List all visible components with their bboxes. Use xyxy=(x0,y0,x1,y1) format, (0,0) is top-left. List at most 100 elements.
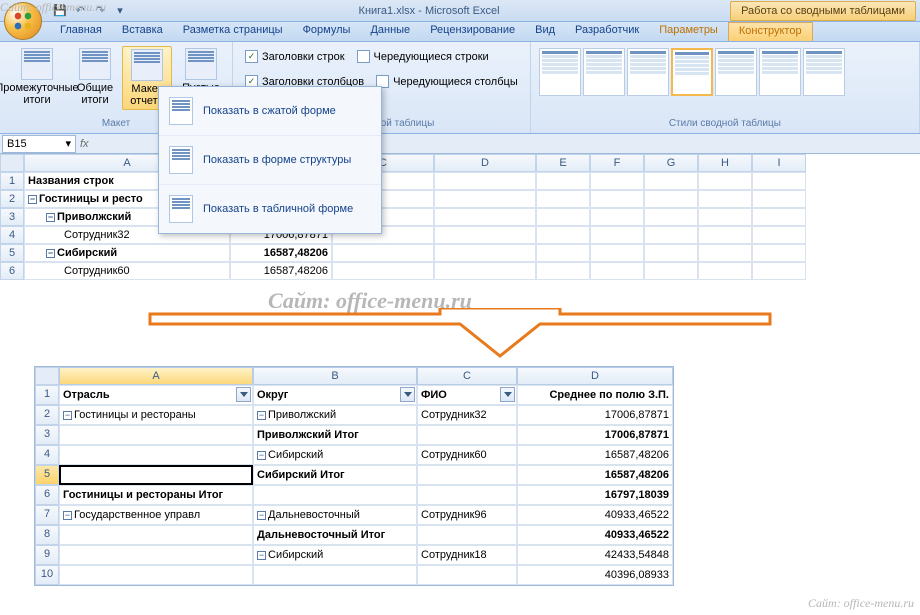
cell[interactable] xyxy=(434,262,536,280)
row-header[interactable]: 1 xyxy=(35,385,59,405)
row-header[interactable]: 4 xyxy=(0,226,24,244)
row-header[interactable]: 9 xyxy=(35,545,59,565)
cell[interactable] xyxy=(644,190,698,208)
cell[interactable] xyxy=(752,226,806,244)
cell[interactable]: 40933,46522 xyxy=(517,525,673,545)
row-header[interactable]: 4 xyxy=(35,445,59,465)
collapse-toggle[interactable]: − xyxy=(28,195,37,204)
col-header[interactable]: F xyxy=(590,154,644,172)
cell[interactable] xyxy=(644,226,698,244)
col-header[interactable]: C xyxy=(417,367,517,385)
cell[interactable]: −Сибирский xyxy=(24,244,230,262)
tab-data[interactable]: Данные xyxy=(360,22,420,41)
cell[interactable] xyxy=(752,262,806,280)
row-header[interactable]: 3 xyxy=(0,208,24,226)
tab-design[interactable]: Конструктор xyxy=(728,22,813,41)
filter-button[interactable] xyxy=(236,387,251,402)
cell[interactable] xyxy=(644,244,698,262)
collapse-toggle[interactable]: − xyxy=(63,411,72,420)
tab-review[interactable]: Рецензирование xyxy=(420,22,525,41)
col-header[interactable]: I xyxy=(752,154,806,172)
cell[interactable] xyxy=(536,262,590,280)
cell[interactable] xyxy=(434,190,536,208)
cell[interactable] xyxy=(752,190,806,208)
collapse-toggle[interactable]: − xyxy=(63,511,72,520)
cell[interactable] xyxy=(59,465,253,485)
cell[interactable]: 16587,48206 xyxy=(230,262,332,280)
style-thumb-selected[interactable] xyxy=(671,48,713,96)
col-header[interactable]: H xyxy=(698,154,752,172)
cell[interactable]: −Приволжский xyxy=(253,405,417,425)
tab-page-layout[interactable]: Разметка страницы xyxy=(173,22,293,41)
cell[interactable]: Сибирский Итог xyxy=(253,465,417,485)
cell[interactable]: −Дальневосточный xyxy=(253,505,417,525)
pivot-header-d[interactable]: Среднее по полю З.П. xyxy=(517,385,673,405)
cell[interactable]: Сотрудник32 xyxy=(417,405,517,425)
row-header[interactable]: 2 xyxy=(0,190,24,208)
cell[interactable] xyxy=(752,208,806,226)
cell[interactable] xyxy=(536,226,590,244)
cell[interactable] xyxy=(590,208,644,226)
collapse-toggle[interactable]: − xyxy=(257,451,266,460)
row-header[interactable]: 6 xyxy=(35,485,59,505)
styles-gallery[interactable] xyxy=(537,46,913,116)
collapse-toggle[interactable]: − xyxy=(257,411,266,420)
row-header[interactable]: 10 xyxy=(35,565,59,585)
cell[interactable] xyxy=(698,208,752,226)
cell[interactable] xyxy=(590,244,644,262)
cell[interactable] xyxy=(59,445,253,465)
cell[interactable] xyxy=(698,262,752,280)
grandtotals-button[interactable]: Общие итоги xyxy=(72,46,118,108)
pivot-header-a[interactable]: Отрасль xyxy=(59,385,253,405)
cell[interactable] xyxy=(536,244,590,262)
row-header[interactable]: 6 xyxy=(0,262,24,280)
chevron-down-icon[interactable]: ▾ xyxy=(65,137,71,150)
cell[interactable]: 40933,46522 xyxy=(517,505,673,525)
filter-button[interactable] xyxy=(400,387,415,402)
cell[interactable]: −Сибирский xyxy=(253,545,417,565)
cell[interactable] xyxy=(434,208,536,226)
cell[interactable]: −Гостиницы и рестораны xyxy=(59,405,253,425)
cell[interactable] xyxy=(698,226,752,244)
collapse-toggle[interactable]: − xyxy=(46,249,55,258)
cell[interactable]: −Сибирский xyxy=(253,445,417,465)
cell[interactable]: Сотрудник60 xyxy=(24,262,230,280)
show-compact-item[interactable]: Показать в сжатой форме xyxy=(159,87,381,136)
cell[interactable]: 42433,54848 xyxy=(517,545,673,565)
cell[interactable]: Гостиницы и рестораны Итог xyxy=(59,485,253,505)
cell[interactable] xyxy=(536,208,590,226)
col-header[interactable]: G xyxy=(644,154,698,172)
cell[interactable] xyxy=(253,565,417,585)
cell[interactable] xyxy=(253,485,417,505)
collapse-toggle[interactable]: − xyxy=(257,551,266,560)
cell[interactable] xyxy=(590,226,644,244)
cell[interactable] xyxy=(644,172,698,190)
cell[interactable]: 16797,18039 xyxy=(517,485,673,505)
pivot-header-c[interactable]: ФИО xyxy=(417,385,517,405)
cell[interactable] xyxy=(434,172,536,190)
cell[interactable]: Приволжский Итог xyxy=(253,425,417,445)
cell[interactable] xyxy=(417,465,517,485)
style-thumb[interactable] xyxy=(627,48,669,96)
col-header[interactable]: D xyxy=(517,367,673,385)
subtotals-button[interactable]: Промежуточные итоги xyxy=(6,46,68,108)
tab-options[interactable]: Параметры xyxy=(649,22,728,41)
tab-formulas[interactable]: Формулы xyxy=(293,22,361,41)
style-thumb[interactable] xyxy=(803,48,845,96)
cell[interactable]: 16587,48206 xyxy=(517,465,673,485)
collapse-toggle[interactable]: − xyxy=(257,511,266,520)
cell[interactable] xyxy=(698,190,752,208)
collapse-toggle[interactable]: − xyxy=(46,213,55,222)
cell[interactable] xyxy=(434,244,536,262)
row-header[interactable]: 3 xyxy=(35,425,59,445)
cell[interactable] xyxy=(59,425,253,445)
row-header[interactable]: 5 xyxy=(0,244,24,262)
show-outline-item[interactable]: Показать в форме структуры xyxy=(159,136,381,185)
cell[interactable] xyxy=(332,244,434,262)
cell[interactable] xyxy=(698,172,752,190)
cell[interactable] xyxy=(698,244,752,262)
style-thumb[interactable] xyxy=(583,48,625,96)
style-thumb[interactable] xyxy=(759,48,801,96)
cell[interactable] xyxy=(590,262,644,280)
cell[interactable] xyxy=(59,525,253,545)
